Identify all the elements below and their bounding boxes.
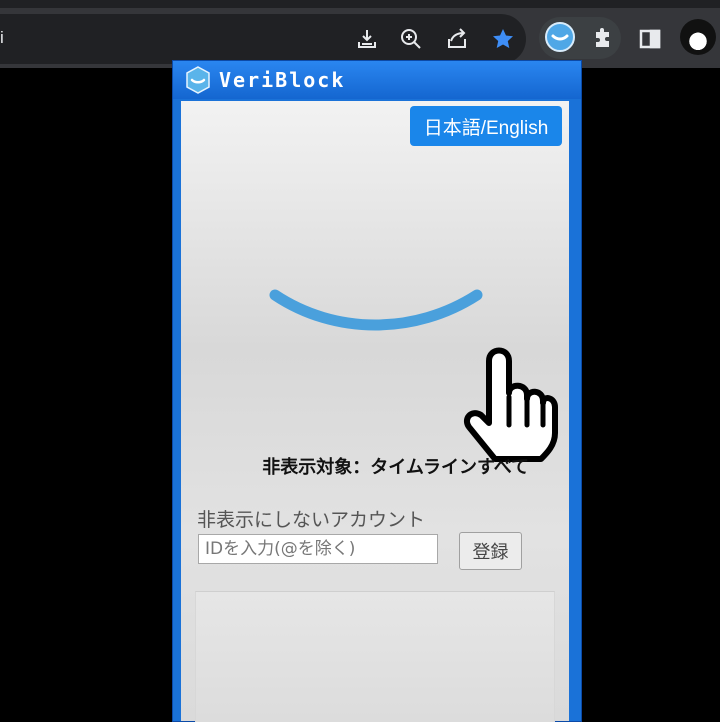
download-icon[interactable] [351,23,383,55]
popup-titlebar: VeriBlock [173,61,581,99]
popup-content: 日本語/English 非表示対象：タイムラインすべて 非表示にしないアカウント… [181,101,569,722]
hidden-target-text: 非表示対象：タイムラインすべて [262,457,529,478]
extensions-puzzle-icon[interactable] [587,23,619,55]
excluded-accounts-list [195,591,555,722]
tab-strip-edge [0,0,720,8]
exclude-accounts-label: 非表示にしないアカウント [197,509,426,531]
profile-avatar[interactable] [680,19,716,55]
share-icon[interactable] [441,23,473,55]
pointer-hand-cursor-icon [463,347,558,462]
address-text: i [0,28,4,47]
veriblock-logo-icon [185,66,211,94]
bookmark-star-icon[interactable] [487,23,519,55]
smile-logo-icon [269,289,483,331]
language-toggle-button[interactable]: 日本語/English [410,106,562,146]
register-button[interactable]: 登録 [459,532,522,570]
side-panel-icon[interactable] [634,23,666,55]
veriblock-extension-icon[interactable] [544,21,576,53]
zoom-icon[interactable] [395,23,427,55]
veriblock-popup: VeriBlock 日本語/English 非表示対象：タイムラインすべて 非表… [172,60,582,722]
account-id-input[interactable] [198,534,438,564]
browser-toolbar: i [0,0,720,68]
popup-title: VeriBlock [219,68,346,92]
